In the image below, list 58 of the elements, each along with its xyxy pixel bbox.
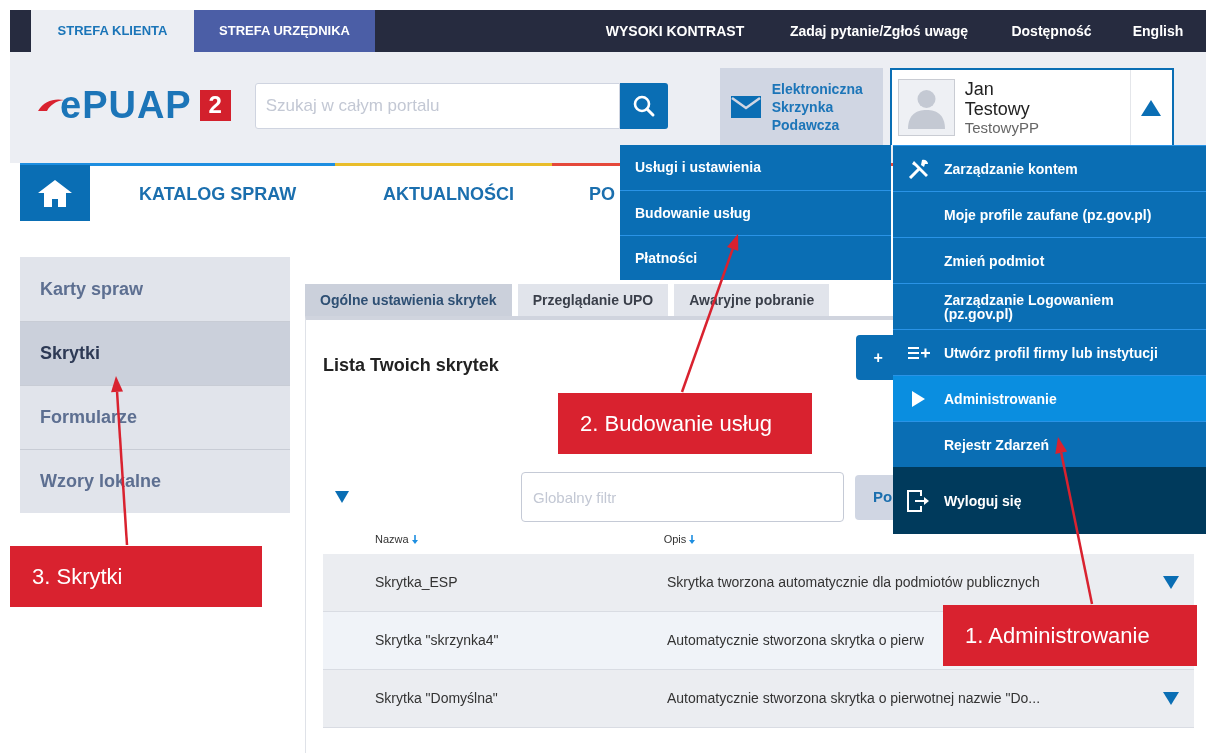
expand-icon[interactable] [1163,576,1179,589]
user-panel[interactable]: Jan Testowy TestowyPP [889,68,1174,145]
table-cell-text: Skrytka tworzona automatycznie dla podmiotów publicznych [667,573,1040,592]
nav-link[interactable]: KATALOG SPRAW [139,183,297,204]
search-button[interactable] [619,83,668,129]
user-last-name: Testowy [964,98,1031,119]
mailbox-link[interactable]: Elektroniczna Skrzynka Podawcza [719,68,883,145]
nav-link[interactable]: AKTUALNOŚCI [383,183,514,204]
sort-arrow-icon[interactable] [689,534,696,544]
envelope-icon [730,95,761,118]
column-header[interactable]: Opis [663,530,687,548]
sidebar-item[interactable]: Karty spraw [20,257,290,321]
annotation-label: 3. Skrytki [10,546,262,607]
filter-toggle-icon[interactable] [335,491,349,503]
zone-tab[interactable]: STREFA URZĘDNIKA [194,10,375,52]
home-icon [37,177,73,208]
sort-arrow-icon[interactable] [411,534,418,544]
list-title: Lista Twoich skrytek [323,354,499,377]
mailbox-label: Podawcza [771,115,841,134]
table-cell-text: Skrytka_ESP [375,573,459,592]
expand-icon[interactable] [1163,692,1179,705]
mailbox-label: Elektroniczna [771,79,863,98]
top-link[interactable]: WYSOKI KONTRAST [585,10,765,52]
filter-field[interactable]: Globalny filtr [521,472,844,522]
column-header[interactable]: Nazwa [375,530,409,548]
logo-badge: 2 [199,89,231,121]
user-login: TestowyPP [964,118,1040,137]
annotation-label: 2. Budowanie usług [558,393,812,454]
table-cell-text: Skrytka "skrzynka4" [375,631,500,650]
mailbox-label: Skrzynka [771,97,835,116]
table-cell-text: Automatycznie stworzona skrytka o pierw [667,631,924,650]
table-cell-text: Automatycznie stworzona skrytka o pierwotnej nazwie "Do... [667,689,1041,708]
search-icon [631,94,656,118]
logout-icon [906,489,931,512]
caret-up-icon[interactable] [1141,99,1162,116]
sidebar-item[interactable]: Skrytki [20,321,290,385]
top-link[interactable]: Dostępność [993,10,1110,52]
filter-button[interactable]: Po [855,474,894,520]
home-button[interactable] [20,164,90,221]
zone-tab[interactable]: STREFA KLIENTA [31,10,194,52]
annotation-label: 1. Administrowanie [943,605,1197,666]
top-link[interactable]: Zadaj pytanie/Zgłoś uwagę [765,10,993,52]
logo-text: ePUAP [60,86,192,124]
top-link[interactable]: English [1110,10,1206,52]
nav-link[interactable]: PO [589,183,615,204]
menu-item[interactable]: Budowanie usług [620,190,891,235]
play-icon [912,390,925,407]
add-list-icon [907,345,930,360]
avatar-icon [897,79,955,136]
tools-icon [907,158,930,179]
account-menu-item[interactable]: Wyloguj się [893,467,1206,534]
menu-item[interactable]: Usługi i ustawienia [620,145,891,190]
account-menu-item[interactable]: Administrowanie [893,375,1206,421]
search-field[interactable]: Szukaj w całym portalu [254,83,620,129]
user-first-name: Jan [964,78,995,99]
table-cell-text: Skrytka "Domyślna" [375,689,499,708]
content-tab[interactable]: Ogólne ustawienia skrytek [305,284,512,316]
content-tab[interactable]: Przeglądanie UPO [517,284,669,316]
